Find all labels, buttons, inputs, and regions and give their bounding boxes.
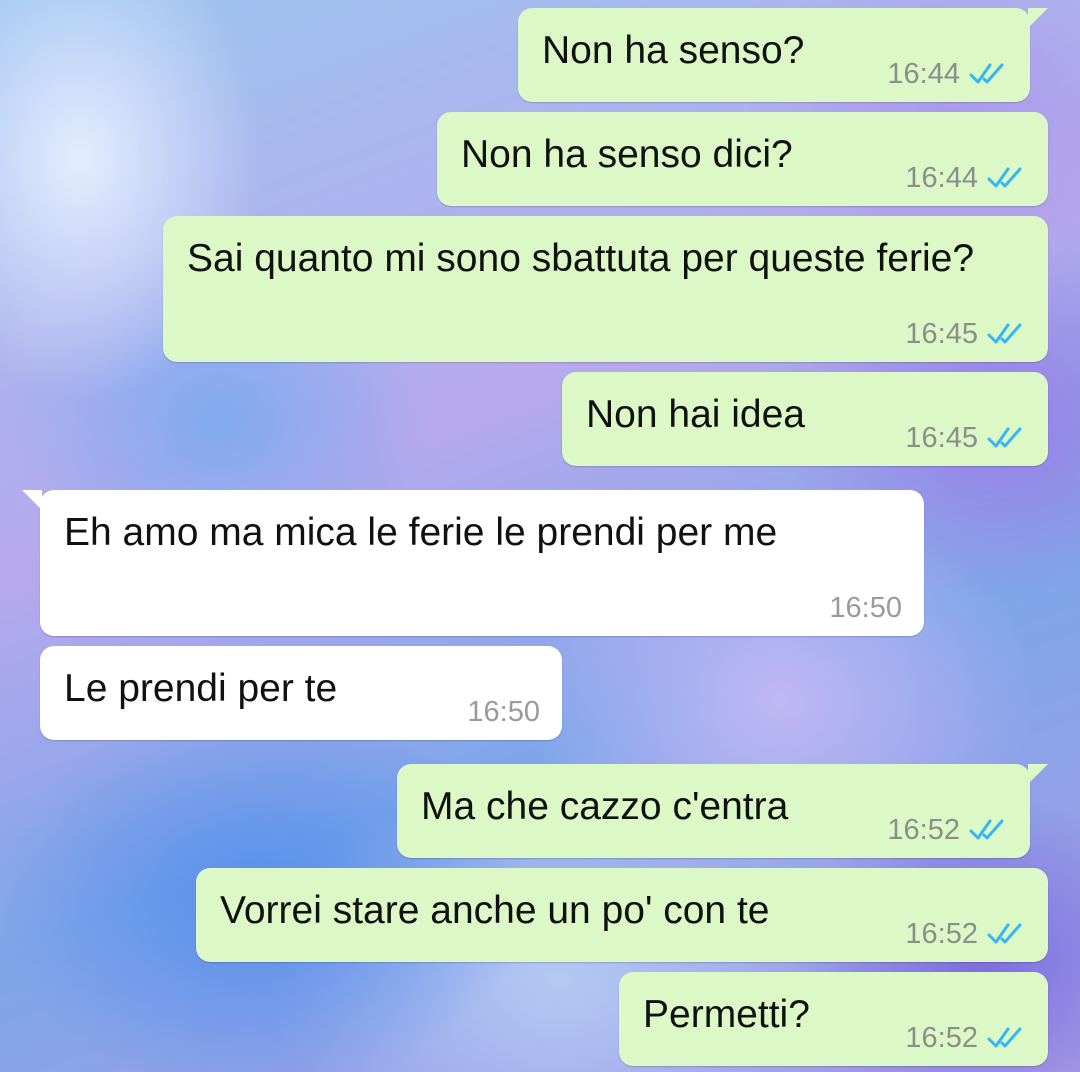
message-bubble-outgoing[interactable]: Ma che cazzo c'entra 16:52	[397, 764, 1048, 858]
message-bubble-incoming[interactable]: Eh amo ma mica le ferie le prendi per me…	[22, 490, 924, 636]
message-time: 16:52	[905, 1022, 978, 1054]
message-meta: 16:52	[905, 918, 1026, 950]
message-bubble-incoming[interactable]: Le prendi per te 16:50	[40, 646, 562, 740]
message-time: 16:52	[905, 918, 978, 950]
message-bubble-outgoing[interactable]: Non ha senso? 16:44	[518, 8, 1048, 102]
message-text: Sai quanto mi sono sbattuta per queste f…	[187, 237, 975, 280]
double-check-read-icon	[987, 167, 1022, 188]
message-meta: 16:52	[905, 1022, 1026, 1054]
message-time: 16:50	[467, 696, 540, 728]
double-check-read-icon	[969, 63, 1004, 84]
message-meta: 16:45	[905, 318, 1026, 350]
message-time: 16:45	[905, 318, 978, 350]
message-meta: 16:50	[829, 592, 902, 624]
message-text: Eh amo ma mica le ferie le prendi per me	[64, 511, 778, 554]
message-bubble-outgoing[interactable]: Vorrei stare anche un po' con te 16:52	[196, 868, 1048, 962]
message-time: 16:44	[887, 58, 960, 90]
double-check-read-icon	[987, 427, 1022, 448]
message-meta: 16:44	[905, 162, 1026, 194]
message-meta: 16:52	[887, 814, 1008, 846]
double-check-read-icon	[987, 1027, 1022, 1048]
double-check-read-icon	[987, 323, 1022, 344]
message-time: 16:52	[887, 814, 960, 846]
message-time: 16:45	[905, 422, 978, 454]
double-check-read-icon	[969, 819, 1004, 840]
message-meta: 16:50	[467, 696, 540, 728]
message-bubble-outgoing[interactable]: Non ha senso dici? 16:44	[437, 112, 1048, 206]
message-time: 16:50	[829, 592, 902, 624]
message-meta: 16:45	[905, 422, 1026, 454]
message-time: 16:44	[905, 162, 978, 194]
message-bubble-outgoing[interactable]: Sai quanto mi sono sbattuta per queste f…	[163, 216, 1048, 362]
message-bubble-outgoing[interactable]: Permetti? 16:52	[619, 972, 1048, 1066]
double-check-read-icon	[987, 923, 1022, 944]
message-meta: 16:44	[887, 58, 1008, 90]
message-bubble-outgoing[interactable]: Non hai idea 16:45	[562, 372, 1048, 466]
